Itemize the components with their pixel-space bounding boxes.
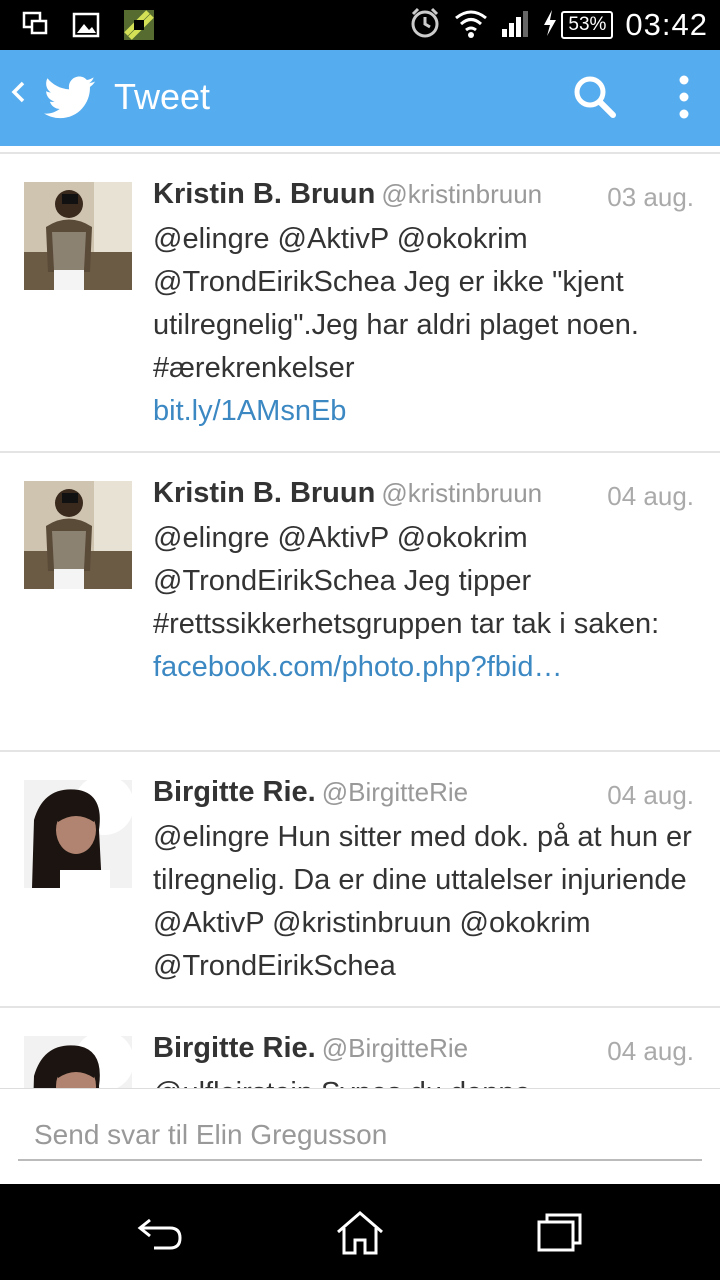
tweet-text: @elingre Hun sitter med dok. på at hun e… — [153, 821, 692, 982]
back-icon[interactable] — [10, 74, 26, 116]
home-icon[interactable] — [334, 1210, 386, 1261]
tweet-item[interactable]: Birgitte Rie. @BirgitteRie 04 aug. @eling… — [0, 750, 720, 1006]
avatar[interactable] — [24, 1036, 132, 1088]
avatar[interactable] — [24, 481, 132, 589]
gallery-icon — [72, 11, 100, 44]
tweet-body: @elingre @AktivP @okokrim @TrondEirikSch… — [153, 218, 703, 433]
twitter-bird-icon[interactable] — [44, 76, 96, 125]
screenshot-icon — [22, 11, 50, 44]
app-bar: Tweet — [0, 50, 720, 146]
tweet-link[interactable]: bit.ly/1AMsnEb — [153, 390, 703, 433]
alarm-icon — [408, 6, 442, 45]
tweet-author[interactable]: Birgitte Rie. @BirgitteRie — [153, 1032, 468, 1065]
tweet-text: @elingre @AktivP @okokrim @TrondEirikSch… — [153, 223, 639, 384]
overflow-menu-icon[interactable] — [676, 72, 692, 127]
tweet-author[interactable]: Birgitte Rie. @BirgitteRie — [153, 776, 468, 809]
tweet-link[interactable]: facebook.com/photo.php?fbid… — [153, 646, 703, 689]
reply-input[interactable] — [18, 1111, 702, 1161]
avatar[interactable] — [24, 780, 132, 888]
author-handle: @kristinbruun — [381, 179, 543, 209]
tweet-item[interactable]: Kristin B. Bruun @kristinbruun 04 aug. @e… — [0, 451, 720, 749]
tweet-date: 04 aug. — [607, 1036, 694, 1066]
tweet-list[interactable]: Kristin B. Bruun @kristinbruun 03 aug. @e… — [0, 146, 720, 1088]
tweet-author[interactable]: Kristin B. Bruun @kristinbruun — [153, 178, 542, 211]
author-name: Kristin B. Bruun — [153, 477, 376, 509]
status-bar: 53% 03:42 — [0, 0, 720, 50]
tweet-text: @elingre @AktivP @okokrim @TrondEirikSch… — [153, 522, 660, 640]
navigation-bar — [0, 1184, 720, 1280]
back-nav-icon[interactable] — [136, 1210, 186, 1259]
author-name: Birgitte Rie. — [153, 776, 316, 808]
author-handle: @BirgitteRie — [321, 1033, 469, 1063]
avatar[interactable] — [24, 182, 132, 290]
charging-icon — [542, 9, 558, 42]
author-name: Kristin B. Bruun — [153, 178, 376, 210]
tweet-body: @elingre @AktivP @okokrim @TrondEirikSch… — [153, 517, 703, 689]
tweet-author[interactable]: Kristin B. Bruun @kristinbruun — [153, 477, 542, 510]
recents-icon[interactable] — [536, 1210, 584, 1259]
reply-composer — [0, 1088, 720, 1185]
tweet-body: @ulfleirstein Synes du denne — [153, 1072, 703, 1088]
battery-percent: 53% — [561, 11, 614, 39]
tweet-date: 03 aug. — [607, 182, 694, 212]
author-handle: @BirgitteRie — [321, 777, 469, 807]
wifi-icon — [454, 8, 488, 43]
signal-icon — [500, 9, 530, 42]
battery-indicator: 53% — [542, 9, 614, 42]
tweet-item[interactable]: Birgitte Rie.@BirgitteRie 04 aug. @ulfle… — [0, 1006, 720, 1088]
search-icon[interactable] — [572, 74, 618, 125]
tweet-date: 04 aug. — [607, 780, 694, 810]
author-name: Birgitte Rie. — [153, 1032, 316, 1064]
app-icon — [122, 8, 156, 47]
page-title: Tweet — [114, 76, 211, 117]
tweet-text: @ulfleirstein Synes du denne — [153, 1077, 531, 1088]
tweet-date: 04 aug. — [607, 481, 694, 511]
author-handle: @kristinbruun — [381, 478, 543, 508]
clock: 03:42 — [625, 7, 708, 42]
tweet-item[interactable]: Kristin B. Bruun @kristinbruun 03 aug. @e… — [0, 152, 720, 450]
tweet-body: @elingre Hun sitter med dok. på at hun e… — [153, 816, 703, 988]
